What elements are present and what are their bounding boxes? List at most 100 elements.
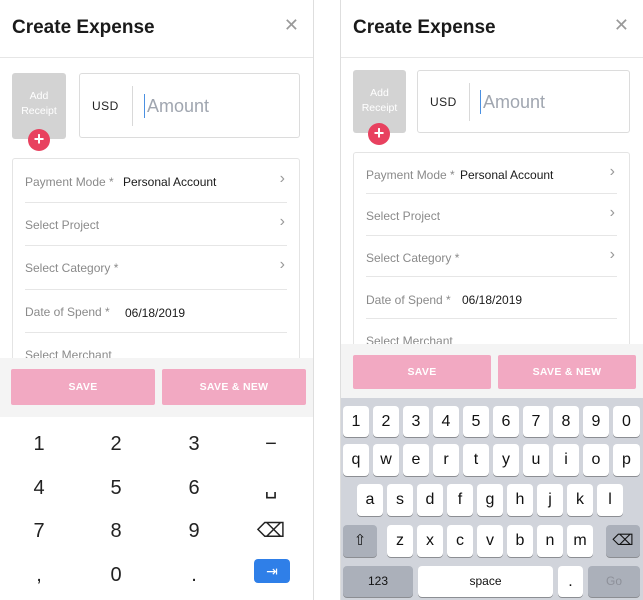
key-b[interactable]: b: [507, 525, 533, 557]
key-3[interactable]: 3: [403, 406, 429, 437]
key-v[interactable]: v: [477, 525, 503, 557]
key-4[interactable]: 4: [433, 406, 459, 437]
chevron-right-icon: ›: [279, 256, 285, 273]
save-and-new-button[interactable]: SAVE & NEW: [162, 369, 306, 405]
key-n[interactable]: n: [537, 525, 563, 557]
field-select-category[interactable]: Select Category * ›: [25, 246, 287, 290]
currency-divider: [469, 83, 470, 121]
field-value: 06/18/2019: [125, 306, 186, 320]
shift-icon[interactable]: ⇧: [343, 525, 377, 557]
key-9[interactable]: 9: [164, 513, 224, 549]
amount-input[interactable]: [144, 94, 284, 118]
delete-icon[interactable]: ⌫: [606, 525, 640, 557]
key-h[interactable]: h: [507, 484, 533, 516]
button-bar: SAVE SAVE & NEW: [341, 344, 643, 398]
chevron-right-icon: ›: [609, 204, 615, 221]
save-button[interactable]: SAVE: [353, 355, 491, 389]
field-select-category[interactable]: Select Category * ›: [366, 236, 617, 277]
key-5[interactable]: 5: [86, 470, 146, 506]
field-label: Select Category *: [366, 251, 460, 265]
key-9[interactable]: 9: [583, 406, 609, 437]
field-value: 06/18/2019: [462, 293, 523, 307]
key-i[interactable]: i: [553, 444, 579, 476]
header: Create Expense ✕: [0, 0, 313, 58]
key-3[interactable]: 3: [164, 426, 224, 462]
key-minus[interactable]: −: [241, 426, 301, 462]
key-f[interactable]: f: [447, 484, 473, 516]
key-z[interactable]: z: [387, 525, 413, 557]
go-key[interactable]: Go: [588, 566, 640, 597]
key-8[interactable]: 8: [553, 406, 579, 437]
plus-icon[interactable]: +: [28, 129, 50, 151]
alpha-keyboard: 1 2 3 4 5 6 7 8 9 0 q w e r t y u i o p …: [341, 398, 643, 600]
key-g[interactable]: g: [477, 484, 503, 516]
key-6[interactable]: 6: [493, 406, 519, 437]
save-button[interactable]: SAVE: [11, 369, 155, 405]
key-4[interactable]: 4: [9, 470, 69, 506]
field-label: Date of Spend *: [25, 305, 110, 319]
chevron-right-icon: ›: [279, 213, 285, 230]
close-icon[interactable]: ✕: [284, 16, 299, 34]
key-q[interactable]: q: [343, 444, 369, 476]
key-e[interactable]: e: [403, 444, 429, 476]
key-l[interactable]: l: [597, 484, 623, 516]
key-y[interactable]: y: [493, 444, 519, 476]
key-7[interactable]: 7: [9, 513, 69, 549]
key-1[interactable]: 1: [9, 426, 69, 462]
chevron-right-icon: ›: [609, 163, 615, 180]
key-x[interactable]: x: [417, 525, 443, 557]
key-0[interactable]: 0: [86, 557, 146, 593]
backspace-icon[interactable]: ⌫: [241, 513, 301, 549]
field-value: Personal Account: [460, 168, 554, 182]
space-icon[interactable]: ␣: [241, 470, 301, 506]
add-receipt-label-line1: Add: [29, 90, 49, 102]
button-bar: SAVE SAVE & NEW: [0, 358, 313, 417]
field-payment-mode[interactable]: Payment Mode * Personal Account ›: [25, 159, 287, 203]
period-key[interactable]: .: [558, 566, 583, 597]
currency-divider: [132, 86, 133, 126]
space-key[interactable]: space: [418, 566, 553, 597]
field-label: Select Project: [25, 218, 100, 232]
key-p[interactable]: p: [613, 444, 640, 476]
numbers-key[interactable]: 123: [343, 566, 413, 597]
key-t[interactable]: t: [463, 444, 489, 476]
key-c[interactable]: c: [447, 525, 473, 557]
key-w[interactable]: w: [373, 444, 399, 476]
key-j[interactable]: j: [537, 484, 563, 516]
field-payment-mode[interactable]: Payment Mode * Personal Account ›: [366, 153, 617, 194]
key-0[interactable]: 0: [613, 406, 640, 437]
amount-box: USD: [417, 70, 630, 133]
amount-box: USD: [79, 73, 300, 138]
key-2[interactable]: 2: [86, 426, 146, 462]
key-u[interactable]: u: [523, 444, 549, 476]
amount-input[interactable]: [480, 90, 615, 114]
key-a[interactable]: a: [357, 484, 383, 516]
field-select-project[interactable]: Select Project ›: [366, 194, 617, 236]
currency-label[interactable]: USD: [92, 99, 119, 113]
add-receipt-label-line2: Receipt: [21, 105, 57, 117]
key-k[interactable]: k: [567, 484, 593, 516]
plus-icon[interactable]: +: [368, 123, 390, 145]
close-icon[interactable]: ✕: [614, 16, 629, 34]
key-o[interactable]: o: [583, 444, 609, 476]
key-6[interactable]: 6: [164, 470, 224, 506]
field-date-of-spend[interactable]: Date of Spend * 06/18/2019: [25, 290, 287, 333]
key-m[interactable]: m: [567, 525, 593, 557]
key-period[interactable]: .: [164, 557, 224, 593]
key-5[interactable]: 5: [463, 406, 489, 437]
save-and-new-button[interactable]: SAVE & NEW: [498, 355, 636, 389]
key-comma[interactable]: ,: [9, 557, 69, 593]
key-r[interactable]: r: [433, 444, 459, 476]
currency-label[interactable]: USD: [430, 95, 457, 109]
numeric-keypad: 1 2 3 − 4 5 6 ␣ 7 8 9 ⌫ , 0 . ⇥: [0, 417, 313, 600]
key-d[interactable]: d: [417, 484, 443, 516]
key-2[interactable]: 2: [373, 406, 399, 437]
key-8[interactable]: 8: [86, 513, 146, 549]
key-1[interactable]: 1: [343, 406, 369, 437]
field-select-project[interactable]: Select Project ›: [25, 203, 287, 246]
key-s[interactable]: s: [387, 484, 413, 516]
next-field-icon[interactable]: ⇥: [254, 559, 290, 583]
add-receipt-label-line2: Receipt: [361, 102, 398, 114]
key-7[interactable]: 7: [523, 406, 549, 437]
field-date-of-spend[interactable]: Date of Spend * 06/18/2019: [366, 277, 617, 319]
